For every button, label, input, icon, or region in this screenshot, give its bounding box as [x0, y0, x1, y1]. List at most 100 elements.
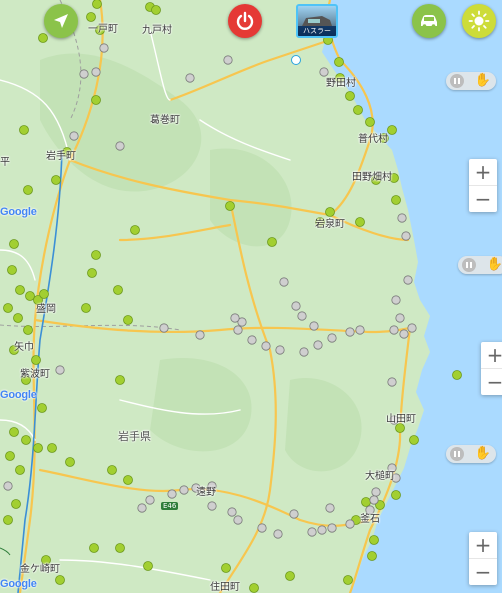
- inactive-station-marker[interactable]: [289, 509, 299, 519]
- charging-station-marker[interactable]: [3, 515, 13, 525]
- inactive-station-marker[interactable]: [355, 325, 365, 335]
- charging-station-marker[interactable]: [115, 543, 125, 553]
- charging-station-marker[interactable]: [249, 583, 259, 593]
- inactive-station-marker[interactable]: [407, 323, 417, 333]
- charging-station-marker[interactable]: [267, 237, 277, 247]
- inactive-station-marker[interactable]: [230, 313, 240, 323]
- charging-station-marker[interactable]: [334, 57, 344, 67]
- inactive-station-marker[interactable]: [297, 311, 307, 321]
- inactive-station-marker[interactable]: [345, 519, 355, 529]
- charging-station-marker[interactable]: [107, 465, 117, 475]
- inactive-station-marker[interactable]: [309, 321, 319, 331]
- inactive-station-marker[interactable]: [137, 503, 147, 513]
- inactive-station-marker[interactable]: [145, 495, 155, 505]
- charging-station-marker[interactable]: [225, 201, 235, 211]
- zoom-in-button[interactable]: +: [469, 532, 497, 558]
- charging-station-marker[interactable]: [391, 490, 401, 500]
- charging-station-marker[interactable]: [387, 125, 397, 135]
- charging-station-marker[interactable]: [3, 303, 13, 313]
- inactive-station-marker[interactable]: [313, 340, 323, 350]
- map-canvas[interactable]: 一戸町 九戸村 野田村 葛巻町 岩手町 普代村 田野畑村 岩泉町 盛岡 矢巾 紫…: [0, 0, 502, 593]
- inactive-station-marker[interactable]: [207, 501, 217, 511]
- charging-station-marker[interactable]: [47, 443, 57, 453]
- charging-station-marker[interactable]: [113, 285, 123, 295]
- inactive-station-marker[interactable]: [167, 489, 177, 499]
- charging-station-marker[interactable]: [221, 563, 231, 573]
- charging-station-marker[interactable]: [343, 575, 353, 585]
- charging-station-marker[interactable]: [365, 117, 375, 127]
- inactive-station-marker[interactable]: [227, 507, 237, 517]
- charging-station-marker[interactable]: [15, 465, 25, 475]
- inactive-station-marker[interactable]: [273, 529, 283, 539]
- inactive-station-marker[interactable]: [345, 327, 355, 337]
- inactive-station-marker[interactable]: [257, 523, 267, 533]
- charging-station-marker[interactable]: [115, 375, 125, 385]
- inactive-station-marker[interactable]: [327, 523, 337, 533]
- charging-station-marker[interactable]: [91, 95, 101, 105]
- inactive-station-marker[interactable]: [233, 515, 243, 525]
- pause-toggle[interactable]: ✋: [446, 445, 496, 463]
- power-button[interactable]: [228, 4, 262, 38]
- charging-station-marker[interactable]: [23, 325, 33, 335]
- inactive-station-marker[interactable]: [327, 333, 337, 343]
- pause-toggle[interactable]: ✋: [446, 72, 496, 90]
- inactive-station-marker[interactable]: [391, 295, 401, 305]
- charging-station-marker[interactable]: [285, 571, 295, 581]
- inactive-station-marker[interactable]: [401, 231, 411, 241]
- inactive-station-marker[interactable]: [275, 345, 285, 355]
- inactive-station-marker[interactable]: [79, 69, 89, 79]
- inactive-station-marker[interactable]: [369, 495, 379, 505]
- inactive-station-marker[interactable]: [115, 141, 125, 151]
- inactive-station-marker[interactable]: [279, 277, 289, 287]
- charging-station-marker[interactable]: [123, 315, 133, 325]
- inactive-station-marker[interactable]: [395, 313, 405, 323]
- inactive-station-marker[interactable]: [403, 275, 413, 285]
- charging-station-marker[interactable]: [5, 451, 15, 461]
- charging-station-marker[interactable]: [87, 268, 97, 278]
- inactive-station-marker[interactable]: [223, 55, 233, 65]
- zoom-out-button[interactable]: −: [469, 558, 497, 585]
- charging-station-marker[interactable]: [38, 33, 48, 43]
- charging-station-marker[interactable]: [91, 250, 101, 260]
- locate-button[interactable]: [44, 4, 78, 38]
- charging-station-marker[interactable]: [9, 239, 19, 249]
- inactive-station-marker[interactable]: [389, 325, 399, 335]
- charging-station-marker[interactable]: [21, 435, 31, 445]
- inactive-station-marker[interactable]: [195, 330, 205, 340]
- brightness-button[interactable]: [462, 4, 496, 38]
- charging-station-marker[interactable]: [367, 551, 377, 561]
- charging-station-marker[interactable]: [65, 457, 75, 467]
- charging-station-marker[interactable]: [55, 575, 65, 585]
- charging-station-marker[interactable]: [81, 303, 91, 313]
- pause-toggle[interactable]: ✋: [458, 256, 502, 274]
- inactive-station-marker[interactable]: [399, 329, 409, 339]
- charging-station-marker[interactable]: [23, 185, 33, 195]
- charging-station-marker[interactable]: [11, 499, 21, 509]
- inactive-station-marker[interactable]: [91, 67, 101, 77]
- charging-station-marker[interactable]: [89, 543, 99, 553]
- charging-station-marker[interactable]: [355, 217, 365, 227]
- charging-station-marker[interactable]: [361, 497, 371, 507]
- charging-station-marker[interactable]: [92, 0, 102, 9]
- vehicle-thumbnail[interactable]: ハスラー: [296, 4, 338, 38]
- inactive-station-marker[interactable]: [55, 365, 65, 375]
- inactive-station-marker[interactable]: [291, 301, 301, 311]
- charging-station-marker[interactable]: [19, 125, 29, 135]
- charging-station-marker[interactable]: [39, 289, 49, 299]
- inactive-station-marker[interactable]: [185, 73, 195, 83]
- charging-station-marker[interactable]: [7, 265, 17, 275]
- zoom-in-button[interactable]: +: [481, 342, 502, 368]
- charging-station-marker[interactable]: [51, 175, 61, 185]
- charging-station-marker[interactable]: [123, 475, 133, 485]
- charging-station-marker[interactable]: [31, 355, 41, 365]
- zoom-out-button[interactable]: −: [481, 368, 502, 395]
- inactive-station-marker[interactable]: [159, 323, 169, 333]
- inactive-station-marker[interactable]: [317, 525, 327, 535]
- inactive-station-marker[interactable]: [99, 43, 109, 53]
- charging-station-marker[interactable]: [409, 435, 419, 445]
- charging-station-marker[interactable]: [25, 291, 35, 301]
- charging-station-marker[interactable]: [143, 561, 153, 571]
- inactive-station-marker[interactable]: [69, 131, 79, 141]
- charging-station-marker[interactable]: [353, 105, 363, 115]
- inactive-station-marker[interactable]: [371, 487, 381, 497]
